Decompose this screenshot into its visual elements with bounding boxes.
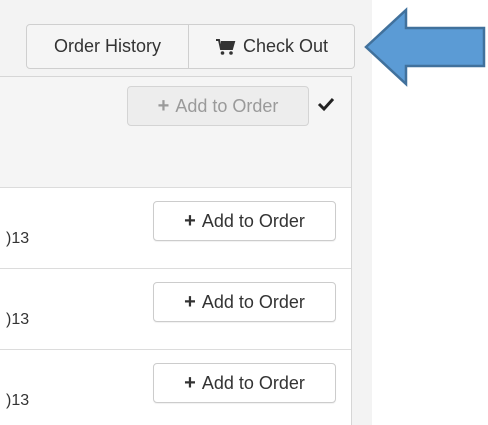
plus-icon: + xyxy=(184,291,196,313)
add-to-order-button[interactable]: + Add to Order xyxy=(127,86,309,126)
add-to-order-label: Add to Order xyxy=(201,210,305,231)
plus-icon: + xyxy=(184,372,196,394)
plus-icon: + xyxy=(157,95,170,117)
order-list-panel: + Add to Order )13 + Add to Order )13 + … xyxy=(0,76,352,425)
checkmark-icon xyxy=(317,97,335,112)
list-item: )13 + Add to Order xyxy=(0,349,351,425)
add-to-order-label: Add to Order xyxy=(201,372,305,393)
plus-icon: + xyxy=(184,210,196,232)
list-item: + Add to Order xyxy=(0,77,351,187)
item-date: )13 xyxy=(6,230,30,247)
order-history-button[interactable]: Order History xyxy=(26,24,189,69)
check-out-label: Check Out xyxy=(242,36,329,56)
header-button-group: Order History Check Out xyxy=(26,24,355,69)
shopping-cart-icon xyxy=(215,38,236,55)
page: Order History Check Out + Add to Order )… xyxy=(0,0,488,425)
list-item: )13 + Add to Order xyxy=(0,187,351,268)
order-history-label: Order History xyxy=(53,36,161,56)
add-to-order-button[interactable]: + Add to Order xyxy=(153,363,336,403)
item-date: )13 xyxy=(6,311,30,328)
pointer-arrow-icon xyxy=(364,7,486,87)
add-to-order-button[interactable]: + Add to Order xyxy=(153,282,336,322)
item-date: )13 xyxy=(6,392,30,409)
check-out-button[interactable]: Check Out xyxy=(189,24,355,69)
add-to-order-label: Add to Order xyxy=(175,95,279,116)
add-to-order-label: Add to Order xyxy=(201,291,305,312)
add-to-order-button[interactable]: + Add to Order xyxy=(153,201,336,241)
list-item: )13 + Add to Order xyxy=(0,268,351,349)
